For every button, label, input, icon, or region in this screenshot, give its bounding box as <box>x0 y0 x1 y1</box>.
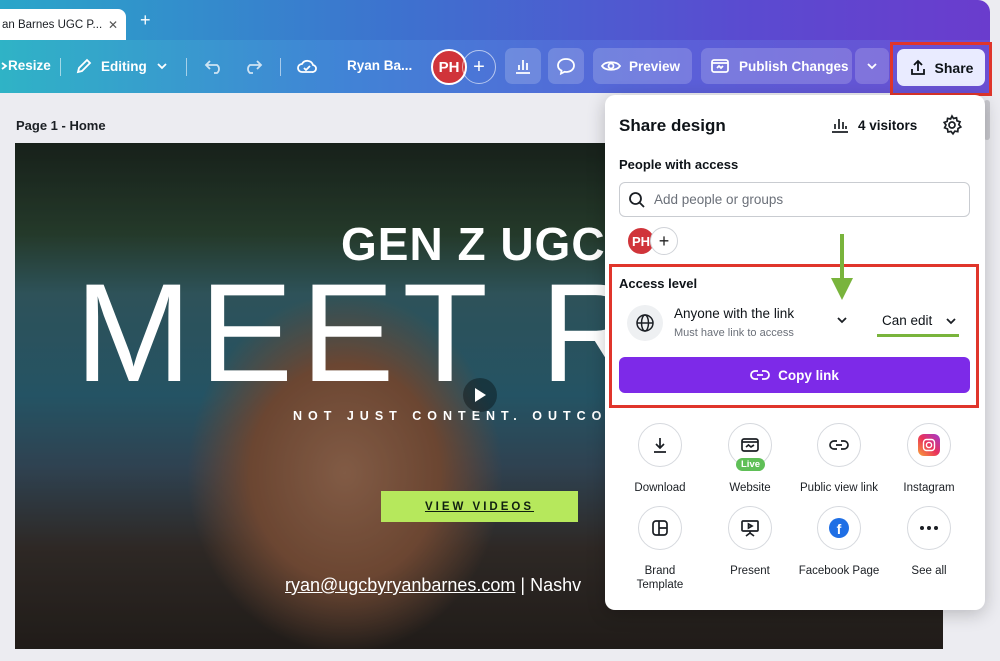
share-action-website[interactable]: Live Website <box>705 423 795 495</box>
page-title: Page 1 - Home <box>16 118 106 133</box>
visitors-label: 4 visitors <box>858 117 918 133</box>
email-link[interactable]: ryan@ugcbyryanbarnes.com <box>285 575 515 595</box>
document-name-label: Ryan Ba... <box>347 58 413 73</box>
add-collaborator-button[interactable]: + <box>462 50 496 84</box>
eye-icon <box>601 61 621 71</box>
share-action-download[interactable]: Download <box>615 423 705 495</box>
undo-icon <box>204 60 220 74</box>
chevron-down-icon <box>157 63 167 70</box>
bar-chart-icon <box>516 60 530 74</box>
tab-close-icon[interactable]: ✕ <box>108 18 118 32</box>
download-icon <box>638 423 682 467</box>
chevron-down-icon <box>867 63 877 70</box>
view-videos-label: VIEW VIDEOS <box>424 500 535 513</box>
toolbar-divider <box>280 58 281 76</box>
location-text: | Nashv <box>515 575 582 595</box>
redo-button[interactable] <box>243 57 263 75</box>
bar-chart-icon <box>832 119 848 133</box>
website-icon: Live <box>728 423 772 471</box>
action-label: Public view link <box>800 482 878 494</box>
share-action-see-all[interactable]: See all <box>884 506 974 578</box>
action-label: Download <box>634 482 686 494</box>
preview-button[interactable]: Preview <box>593 48 692 84</box>
editor-toolbar: Resize Editing Ryan Ba... PH + Preview P… <box>0 40 990 93</box>
insights-button[interactable] <box>505 48 541 84</box>
resize-button[interactable]: Resize <box>0 58 51 73</box>
annotation-underline <box>877 334 959 337</box>
action-label: Instagram <box>903 482 955 494</box>
share-action-present[interactable]: Present <box>705 506 795 578</box>
live-badge: Live <box>736 458 766 471</box>
gear-icon <box>942 114 963 136</box>
visitors-count[interactable]: 4 visitors <box>831 117 917 133</box>
share-action-brand-template[interactable]: Brand Template <box>615 506 705 592</box>
browser-tab-strip: an Barnes UGC P... ✕ + <box>0 0 990 40</box>
toolbar-divider <box>60 58 61 76</box>
tab-title: an Barnes UGC P... <box>2 18 102 31</box>
present-icon <box>728 506 772 550</box>
cloud-save-status[interactable] <box>296 56 318 76</box>
preview-label: Preview <box>629 58 681 74</box>
toolbar-divider <box>186 58 187 76</box>
contact-line: ryan@ugcbyryanbarnes.com | Nashv <box>285 575 581 596</box>
redo-icon <box>247 60 263 74</box>
more-icon <box>907 506 951 550</box>
instagram-icon <box>907 423 951 467</box>
pencil-icon <box>76 58 92 74</box>
share-action-instagram[interactable]: Instagram <box>884 423 974 495</box>
action-label: Brand Template <box>636 565 684 591</box>
settings-button[interactable] <box>941 114 963 141</box>
video-play-button[interactable] <box>463 378 497 412</box>
play-icon <box>475 388 486 402</box>
people-access-heading: People with access <box>619 157 739 172</box>
editing-label: Editing <box>101 58 147 74</box>
action-label: See all <box>911 565 947 577</box>
share-panel-title: Share design <box>619 116 726 135</box>
publish-changes-button[interactable]: Publish Changes <box>701 48 852 84</box>
add-people-input[interactable] <box>654 192 944 207</box>
comment-icon <box>557 58 575 76</box>
publish-changes-label: Publish Changes <box>739 58 849 74</box>
browser-tab[interactable]: an Barnes UGC P... ✕ <box>0 9 126 40</box>
share-action-facebook-page[interactable]: f Facebook Page <box>794 506 884 578</box>
publish-options-button[interactable] <box>855 48 889 84</box>
facebook-icon: f <box>817 506 861 550</box>
comment-button[interactable] <box>548 48 584 84</box>
action-label: Present <box>730 565 770 577</box>
action-label: Facebook Page <box>798 565 880 577</box>
link-icon <box>817 423 861 467</box>
undo-button[interactable] <box>204 57 224 75</box>
resize-label: Resize <box>8 58 51 73</box>
add-collaborator-small-button[interactable]: + <box>650 227 678 255</box>
document-name[interactable]: Ryan Ba... <box>347 58 412 73</box>
share-highlight-box <box>890 42 992 96</box>
editing-dropdown[interactable]: Editing <box>75 57 169 75</box>
view-videos-button[interactable]: VIEW VIDEOS <box>381 491 578 522</box>
search-icon <box>629 191 645 208</box>
cloud-check-icon <box>297 59 317 73</box>
add-people-field[interactable] <box>619 182 970 217</box>
brand-template-icon <box>638 506 682 550</box>
new-tab-button[interactable]: + <box>140 11 151 29</box>
share-action-public-view-link[interactable]: Public view link <box>794 423 884 495</box>
hero-tagline: NOT JUST CONTENT. OUTCO <box>293 409 608 423</box>
website-icon <box>711 59 729 73</box>
action-label: Website <box>729 482 771 494</box>
annotation-arrow-icon <box>831 234 853 300</box>
chevron-icon <box>1 61 8 70</box>
